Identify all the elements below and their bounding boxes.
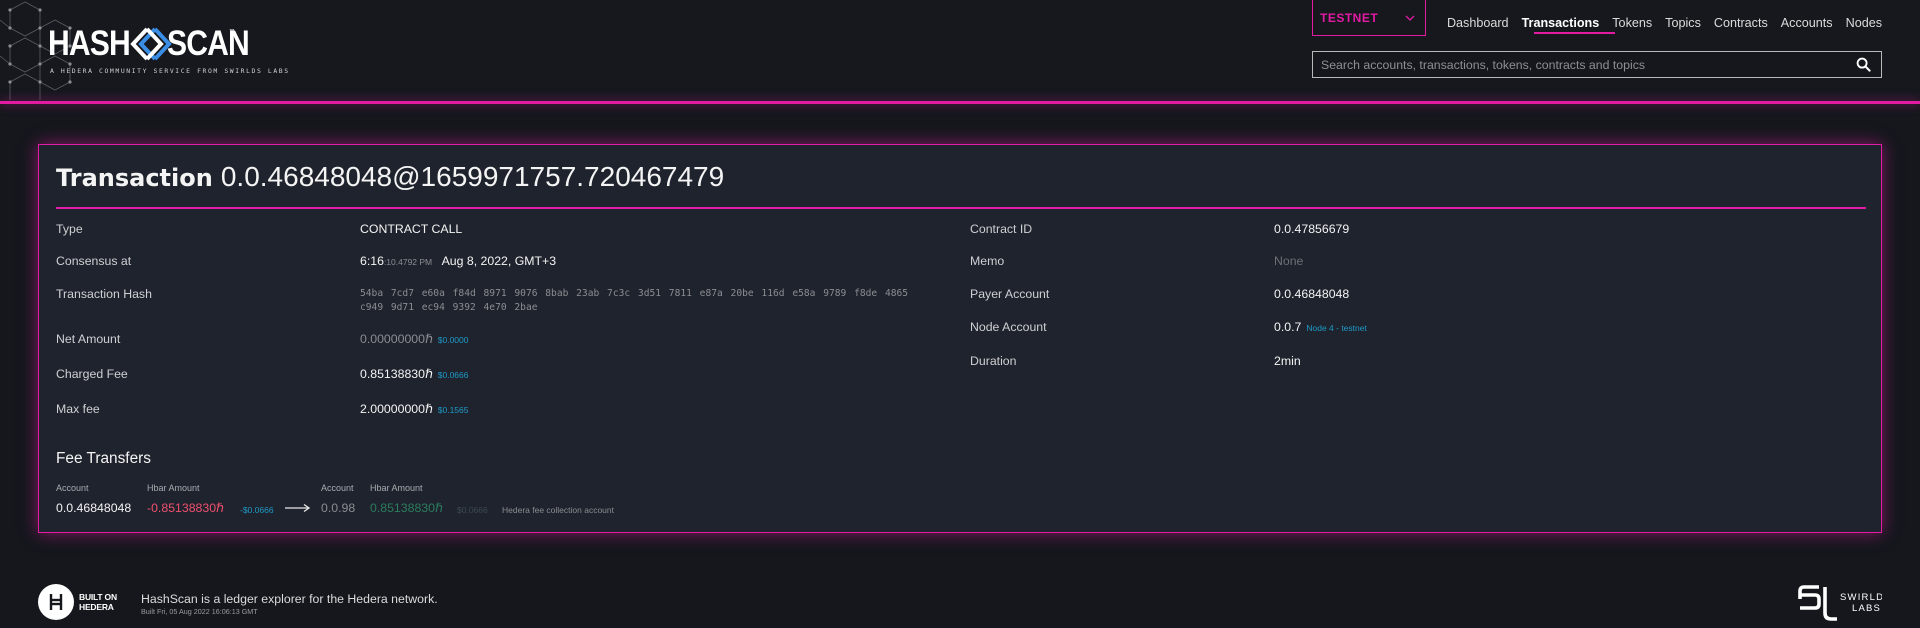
transaction-hash: 54ba 7cd7 e60a f84d 8971 9076 8bab 23ab … bbox=[360, 287, 908, 315]
built-on-hedera-logo[interactable]: BUILT ON HEDERA bbox=[38, 584, 117, 620]
consensus-fraction: :10.4792 PM bbox=[383, 257, 433, 267]
charged-fee-hbar: 0.85138830ℏ bbox=[360, 367, 433, 381]
duration-label: Duration bbox=[970, 354, 1017, 368]
hedera-icon bbox=[38, 584, 74, 620]
hash-line-1: 54ba 7cd7 e60a f84d 8971 9076 8bab 23ab … bbox=[360, 288, 909, 299]
from-account-header: Account bbox=[56, 483, 89, 493]
hashscan-logo[interactable]: HASH SCAN ™ bbox=[48, 24, 250, 64]
nav-contracts[interactable]: Contracts bbox=[1714, 16, 1768, 30]
page-title-label: Transaction bbox=[56, 164, 213, 192]
net-amount-hbar: 0.00000000ℏ bbox=[360, 332, 433, 346]
contract-id-value[interactable]: 0.0.47856679 bbox=[1274, 222, 1349, 236]
type-label: Type bbox=[56, 222, 83, 236]
net-amount-usd: $0.0000 bbox=[437, 335, 469, 345]
fee-transfers-title: Fee Transfers bbox=[56, 450, 151, 467]
hash-label: Transaction Hash bbox=[56, 287, 152, 301]
swirlds-line-2: LABS bbox=[1852, 603, 1881, 614]
active-nav-underline bbox=[1534, 32, 1615, 34]
charged-fee-usd: $0.0666 bbox=[437, 370, 469, 380]
hash-line-2: c949 9d71 ec94 9392 4e70 2bae bbox=[360, 302, 538, 313]
node-id: 0.0.7 bbox=[1274, 320, 1302, 334]
build-info: Built Fri, 05 Aug 2022 16:06:13 GMT bbox=[141, 607, 258, 616]
memo-label: Memo bbox=[970, 254, 1005, 268]
nav-nodes[interactable]: Nodes bbox=[1846, 16, 1882, 30]
consensus-time: 6:16 bbox=[360, 254, 384, 268]
charged-fee-value: 0.85138830ℏ $0.0666 bbox=[360, 367, 469, 381]
logo-word-scan: SCAN bbox=[167, 24, 250, 63]
max-fee-usd: $0.1565 bbox=[437, 405, 469, 415]
network-select[interactable]: TESTNET bbox=[1312, 0, 1426, 36]
nav-accounts[interactable]: Accounts bbox=[1781, 16, 1833, 30]
top-header: HASH SCAN ™ A HEDERA COMMUNITY SERVICE F… bbox=[0, 0, 1920, 103]
from-amount-header: Hbar Amount bbox=[147, 483, 200, 493]
node-note: Node 4 - testnet bbox=[1306, 323, 1367, 333]
from-account[interactable]: 0.0.46848048 bbox=[56, 501, 131, 515]
to-account[interactable]: 0.0.98 bbox=[321, 501, 355, 515]
swirlds-line-1: SWIRLDS bbox=[1840, 592, 1882, 603]
footer-description: HashScan is a ledger explorer for the He… bbox=[141, 592, 438, 606]
transaction-id: 0.0.46848048@1659971757.720467479 bbox=[220, 161, 725, 192]
payer-value[interactable]: 0.0.46848048 bbox=[1274, 287, 1349, 301]
max-fee-hbar: 2.00000000ℏ bbox=[360, 402, 433, 416]
net-amount-value: 0.00000000ℏ $0.0000 bbox=[360, 332, 469, 346]
logo-tagline: A HEDERA COMMUNITY SERVICE FROM SWIRLDS … bbox=[50, 67, 290, 75]
nav-topics[interactable]: Topics bbox=[1665, 16, 1701, 30]
swirlds-labs-logo[interactable]: SWIRLDS LABS bbox=[1797, 585, 1882, 623]
max-fee-value: 2.00000000ℏ $0.1565 bbox=[360, 402, 469, 416]
net-amount-label: Net Amount bbox=[56, 332, 121, 346]
search-box bbox=[1312, 51, 1882, 78]
nav-transactions[interactable]: Transactions bbox=[1522, 16, 1600, 30]
arrow-right-icon bbox=[285, 503, 311, 513]
to-account-header: Account bbox=[321, 483, 354, 493]
main-nav: Dashboard Transactions Tokens Topics Con… bbox=[1447, 16, 1882, 30]
nav-tokens[interactable]: Tokens bbox=[1612, 16, 1652, 30]
to-amount-header: Hbar Amount bbox=[370, 483, 423, 493]
title-divider bbox=[56, 207, 1866, 209]
consensus-date: Aug 8, 2022, GMT+3 bbox=[441, 254, 557, 268]
node-label: Node Account bbox=[970, 320, 1047, 334]
chevron-down-icon bbox=[1405, 15, 1415, 21]
contract-id-label: Contract ID bbox=[970, 222, 1033, 236]
network-select-value: TESTNET bbox=[1320, 10, 1379, 25]
max-fee-label: Max fee bbox=[56, 402, 100, 416]
built-on-line-1: BUILT ON bbox=[79, 592, 117, 602]
node-value[interactable]: 0.0.7 Node 4 - testnet bbox=[1274, 320, 1367, 334]
from-amount: -0.85138830ℏ bbox=[147, 501, 224, 515]
payer-label: Payer Account bbox=[970, 287, 1050, 301]
search-icon[interactable] bbox=[1856, 57, 1871, 72]
consensus-value: 6:16:10.4792 PM Aug 8, 2022, GMT+3 bbox=[360, 254, 556, 268]
page-title: Transaction 0.0.46848048@1659971757.72046… bbox=[56, 161, 724, 193]
from-amount-usd: -$0.0666 bbox=[240, 505, 274, 515]
built-on-line-2: HEDERA bbox=[79, 602, 114, 612]
to-amount: 0.85138830ℏ bbox=[370, 501, 443, 515]
nav-dashboard[interactable]: Dashboard bbox=[1447, 16, 1509, 30]
header-divider bbox=[0, 101, 1920, 104]
built-on-text: BUILT ON HEDERA bbox=[79, 592, 117, 612]
search-input[interactable] bbox=[1313, 52, 1856, 77]
logo-word-hash: HASH bbox=[48, 24, 131, 63]
transaction-panel: Transaction 0.0.46848048@1659971757.72046… bbox=[38, 144, 1882, 533]
duration-value: 2min bbox=[1274, 354, 1301, 368]
consensus-label: Consensus at bbox=[56, 254, 132, 268]
to-amount-usd: $0.0666 bbox=[457, 505, 488, 515]
fee-collection-note: Hedera fee collection account bbox=[502, 505, 614, 515]
memo-value: None bbox=[1274, 254, 1304, 268]
type-value: CONTRACT CALL bbox=[360, 222, 463, 236]
charged-fee-label: Charged Fee bbox=[56, 367, 128, 381]
